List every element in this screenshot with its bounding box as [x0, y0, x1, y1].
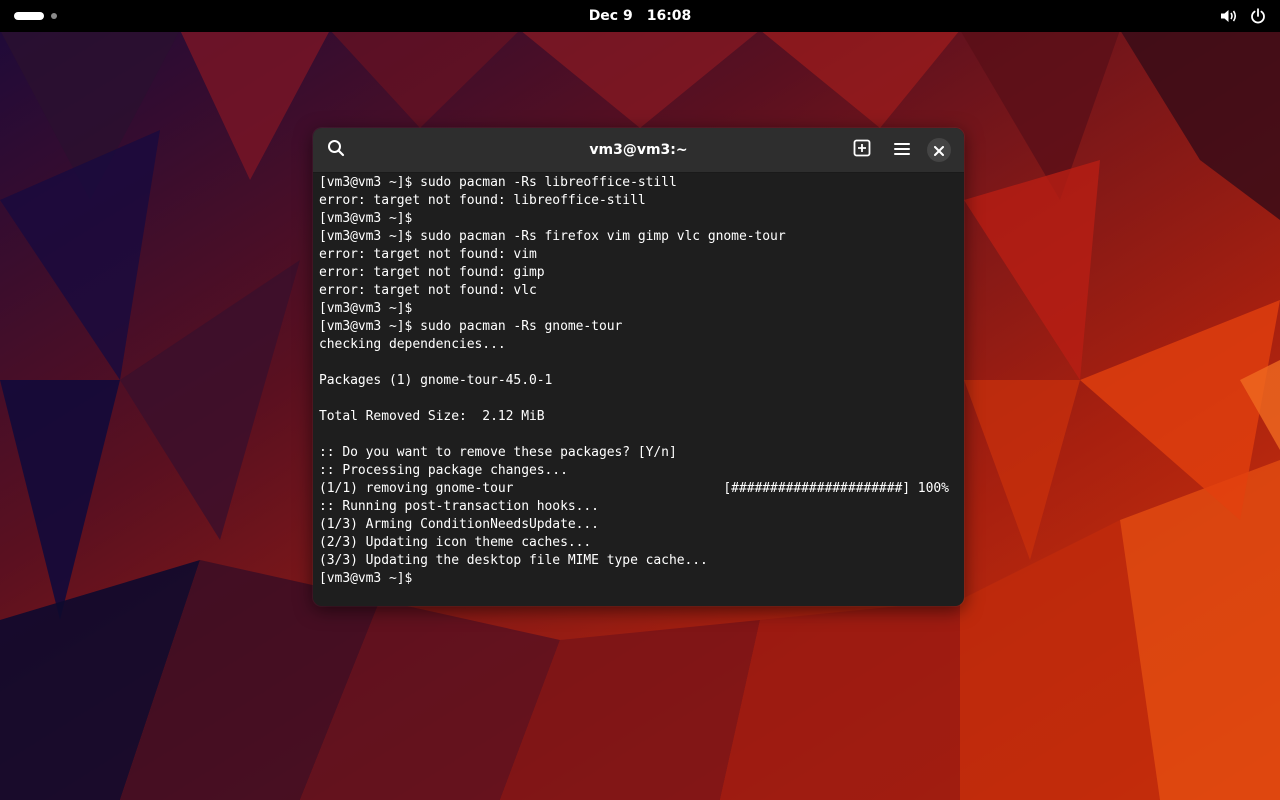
clock-date[interactable]: Dec 9	[587, 8, 635, 24]
workspace-indicator-inactive	[51, 13, 57, 19]
terminal-line: (2/3) Updating icon theme caches...	[319, 535, 592, 550]
terminal-line: checking dependencies...	[319, 337, 506, 352]
new-tab-icon	[853, 139, 871, 161]
search-icon	[327, 139, 345, 161]
main-menu-button[interactable]	[886, 134, 918, 166]
close-button[interactable]	[927, 138, 951, 162]
terminal-line: Total Removed Size: 2.12 MiB	[319, 409, 545, 424]
terminal-line: (1/3) Arming ConditionNeedsUpdate...	[319, 517, 599, 532]
terminal-line: :: Running post-transaction hooks...	[319, 499, 599, 514]
terminal-line: error: target not found: gimp	[319, 265, 545, 280]
clock-time[interactable]: 16:08	[645, 8, 694, 24]
activities-button[interactable]	[14, 8, 57, 24]
close-icon	[934, 141, 944, 160]
top-bar: Dec 9 16:08	[0, 0, 1280, 32]
workspace-indicator-active	[14, 12, 44, 20]
terminal-line: [vm3@vm3 ~]$	[319, 211, 413, 226]
terminal-line: :: Processing package changes...	[319, 463, 568, 478]
terminal-line: (3/3) Updating the desktop file MIME typ…	[319, 553, 708, 568]
hamburger-menu-icon	[894, 141, 910, 160]
terminal-line: [vm3@vm3 ~]$ sudo pacman -Rs libreoffice…	[319, 175, 677, 190]
terminal-line: error: target not found: vlc	[319, 283, 537, 298]
system-menu-button[interactable]	[1220, 6, 1266, 26]
terminal-line: (1/1) removing gnome-tour [#############…	[319, 481, 949, 496]
terminal-output[interactable]: [vm3@vm3 ~]$ sudo pacman -Rs libreoffice…	[319, 174, 959, 600]
terminal-line: [vm3@vm3 ~]$ sudo pacman -Rs firefox vim…	[319, 229, 786, 244]
terminal-line: error: target not found: libreoffice-sti…	[319, 193, 646, 208]
power-icon	[1250, 8, 1266, 24]
terminal-line: [vm3@vm3 ~]$ sudo pacman -Rs gnome-tour	[319, 319, 623, 334]
terminal-prompt: [vm3@vm3 ~]$	[319, 571, 413, 586]
terminal-window[interactable]: vm3@vm3:~ [vm3@vm3 ~]$ sudo pacman -Rs l…	[313, 128, 964, 606]
clock: Dec 9 16:08	[0, 0, 1280, 32]
new-tab-button[interactable]	[846, 134, 878, 166]
terminal-line: :: Do you want to remove these packages?…	[319, 445, 677, 460]
terminal-headerbar[interactable]: vm3@vm3:~	[313, 128, 964, 173]
terminal-line: [vm3@vm3 ~]$	[319, 301, 413, 316]
terminal-line: error: target not found: vim	[319, 247, 537, 262]
volume-icon	[1220, 8, 1238, 24]
terminal-line: Packages (1) gnome-tour-45.0-1	[319, 373, 553, 388]
search-button[interactable]	[320, 134, 352, 166]
